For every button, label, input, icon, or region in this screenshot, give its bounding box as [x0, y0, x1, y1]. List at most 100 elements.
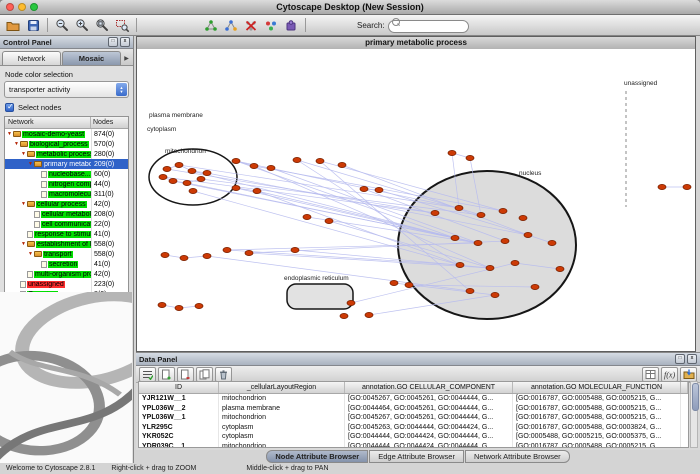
network-node[interactable]: [250, 163, 258, 168]
network-tree-label[interactable]: multi-organism pro...: [34, 271, 91, 278]
tab-scroll-right-icon[interactable]: ▶: [122, 52, 131, 65]
close-panel-icon[interactable]: x: [120, 37, 130, 47]
tree-row-cellular-process[interactable]: ▼cellular process42(0): [5, 199, 128, 209]
network-node[interactable]: [531, 284, 539, 289]
column-header[interactable]: annotation.GO MOLECULAR_FUNCTION: [513, 382, 681, 393]
tree-row-mosaic-demo-yeast[interactable]: ▼mosaic-demo-yeast874(0): [5, 129, 128, 139]
network-node[interactable]: [188, 168, 196, 173]
table-cell[interactable]: [GO:0045267, GO:0045261, GO:0044444, G..…: [345, 394, 513, 404]
table-cell[interactable]: [GO:0016787, GO:0005488, GO:0005215, G..…: [513, 413, 681, 423]
window-titlebar[interactable]: Cytoscape Desktop (New Session): [0, 0, 700, 15]
save-session-icon[interactable]: [24, 17, 42, 34]
function-builder-icon[interactable]: f(x): [661, 367, 678, 382]
tree-row-response-to-stimul[interactable]: ▼response to stimul...41(0): [5, 229, 128, 239]
table-row[interactable]: YJR121W__1mitochondrion[GO:0045267, GO:0…: [139, 394, 688, 404]
network-canvas[interactable]: plasma membranecytoplasmmitochondrionnuc…: [137, 49, 695, 351]
table-cell[interactable]: [GO:0016787, GO:0005488, GO:0005215, G..…: [513, 394, 681, 404]
close-panel-icon[interactable]: x: [687, 354, 697, 364]
network-node[interactable]: [197, 176, 205, 181]
table-row[interactable]: YPL036W__2plasma membrane[GO:0044464, GO…: [139, 404, 688, 414]
network-node[interactable]: [316, 158, 324, 163]
table-cell[interactable]: [GO:0016787, GO:0005488, GO:0005215, G..…: [513, 442, 681, 449]
network-node[interactable]: [360, 186, 368, 191]
network-tree-label[interactable]: response to stimul...: [34, 231, 91, 238]
table-row[interactable]: YDR039C__1mitochondrion[GO:0044444, GO:0…: [139, 442, 688, 449]
attribute-table[interactable]: ID_cellularLayoutRegionannotation.GO CEL…: [138, 381, 689, 448]
tab-edge-attribute-browser[interactable]: Edge Attribute Browser: [369, 450, 464, 463]
tree-row-establishment-of-lo[interactable]: ▼establishment of lo...558(0): [5, 239, 128, 249]
table-cell[interactable]: YJR121W__1: [139, 394, 219, 404]
network-overview-thumbnail[interactable]: [0, 292, 132, 463]
column-header-nodes[interactable]: Nodes: [91, 117, 128, 128]
import-network-icon[interactable]: [202, 17, 220, 34]
network-node[interactable]: [163, 166, 171, 171]
plugin-manager-icon[interactable]: [282, 17, 300, 34]
zoom-fit-content-icon[interactable]: [93, 17, 111, 34]
network-node[interactable]: [486, 265, 494, 270]
select-nodes-checkbox[interactable]: [5, 103, 14, 112]
table-cell[interactable]: cytoplasm: [219, 432, 345, 442]
network-tree-label[interactable]: mosaic-demo-yeast: [22, 131, 85, 138]
column-header[interactable]: annotation.GO CELLULAR_COMPONENT: [345, 382, 513, 393]
tree-row-cellular-metabol[interactable]: ▼cellular metabol...208(0): [5, 209, 128, 219]
scrollbar-thumb[interactable]: [692, 383, 699, 411]
table-cell[interactable]: mitochondrion: [219, 394, 345, 404]
table-cell[interactable]: YLR295C: [139, 423, 219, 433]
search-input[interactable]: [388, 20, 469, 33]
network-node[interactable]: [303, 214, 311, 219]
table-cell[interactable]: plasma membrane: [219, 404, 345, 414]
network-node[interactable]: [365, 312, 373, 317]
table-grid-icon[interactable]: [642, 367, 659, 382]
network-node[interactable]: [477, 212, 485, 217]
network-node[interactable]: [456, 262, 464, 267]
tab-mosaic[interactable]: Mosaic: [62, 51, 121, 65]
column-header[interactable]: _cellularLayoutRegion: [219, 382, 345, 393]
network-tree-label[interactable]: macromolecule...: [48, 191, 91, 198]
table-cell[interactable]: [GO:0045267, GO:0045261, GO:0044444, G..…: [345, 413, 513, 423]
network-node[interactable]: [175, 305, 183, 310]
destroy-network-icon[interactable]: [242, 17, 260, 34]
network-node[interactable]: [195, 303, 203, 308]
network-node[interactable]: [519, 215, 527, 220]
tree-row-macromolecule[interactable]: ▼macromolecule...311(0): [5, 189, 128, 199]
delete-attribute-icon[interactable]: [177, 367, 194, 382]
network-tree-label[interactable]: cellular process: [36, 201, 87, 208]
network-node[interactable]: [223, 247, 231, 252]
node-color-dropdown[interactable]: transporter activity ▲▼: [4, 81, 129, 98]
tab-network-attribute-browser[interactable]: Network Attribute Browser: [465, 450, 570, 463]
zoom-in-icon[interactable]: [73, 17, 91, 34]
tree-row-primary-metabo[interactable]: ▼primary metabo...209(0): [5, 159, 128, 169]
tree-row-secretion[interactable]: ▼secretion41(0): [5, 259, 128, 269]
network-node[interactable]: [203, 253, 211, 258]
network-node[interactable]: [474, 240, 482, 245]
table-cell[interactable]: [GO:0016787, GO:0005488, GO:0003824, G..…: [513, 423, 681, 433]
network-node[interactable]: [183, 180, 191, 185]
network-node[interactable]: [511, 260, 519, 265]
table-cell[interactable]: YKR052C: [139, 432, 219, 442]
table-scrollbar[interactable]: [690, 381, 698, 448]
network-tree-label[interactable]: metabolic process: [36, 151, 91, 158]
network-node[interactable]: [405, 282, 413, 287]
network-node[interactable]: [556, 266, 564, 271]
tree-row-biological-process[interactable]: ▼biological_process570(0): [5, 139, 128, 149]
network-node[interactable]: [501, 238, 509, 243]
network-node[interactable]: [169, 178, 177, 183]
network-node[interactable]: [245, 250, 253, 255]
network-node[interactable]: [158, 302, 166, 307]
tab-node-attribute-browser[interactable]: Node Attribute Browser: [266, 450, 368, 463]
network-node[interactable]: [161, 252, 169, 257]
float-panel-icon[interactable]: □: [675, 354, 685, 364]
network-tree-label[interactable]: cellular metabol...: [41, 211, 91, 218]
table-cell[interactable]: YPL036W__1: [139, 413, 219, 423]
network-node[interactable]: [431, 210, 439, 215]
float-panel-icon[interactable]: □: [108, 37, 118, 47]
zoom-out-icon[interactable]: [53, 17, 71, 34]
table-cell[interactable]: [GO:0045263, GO:0044444, GO:0044424, G..…: [345, 423, 513, 433]
table-cell[interactable]: [GO:0044464, GO:0045261, GO:0044444, G..…: [345, 404, 513, 414]
network-node[interactable]: [180, 255, 188, 260]
tree-row-nucleobase[interactable]: ▼nucleobase...60(0): [5, 169, 128, 179]
network-node[interactable]: [232, 185, 240, 190]
network-node[interactable]: [325, 218, 333, 223]
network-tree-label[interactable]: secretion: [48, 261, 78, 268]
select-attributes-icon[interactable]: [139, 367, 156, 382]
